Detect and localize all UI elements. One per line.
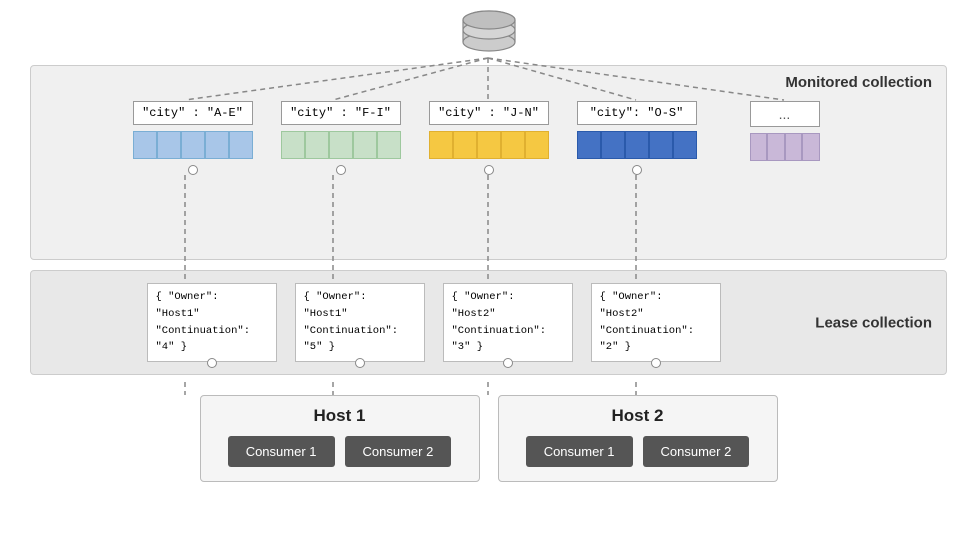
block [453, 131, 477, 159]
lease-card-2: { "Owner": "Host1" "Continuation": "5" } [295, 283, 425, 362]
partition-os-label: "city": "O-S" [577, 101, 697, 125]
lease-collection-box: Lease collection { "Owner": "Host1" "Con… [30, 270, 947, 375]
partition-fi-label: "city" : "F-I" [281, 101, 401, 125]
partitions-row: "city" : "A-E" "city" : "F-I" [51, 101, 926, 175]
host-1-consumer-1-button[interactable]: Consumer 1 [228, 436, 335, 467]
block [181, 131, 205, 159]
host-2-box: Host 2 Consumer 1 Consumer 2 [498, 395, 778, 482]
dot-connector-fi [336, 165, 346, 175]
block [625, 131, 649, 159]
partition-etc-card: ... [720, 101, 850, 161]
lease-dot-3 [503, 358, 513, 368]
lease-card-4-line1: { "Owner": "Host2" [600, 289, 712, 323]
lease-card-1-wrapper: { "Owner": "Host1" "Continuation": "4" } [147, 283, 277, 362]
block [329, 131, 353, 159]
block [477, 131, 501, 159]
block-hatched [525, 131, 549, 159]
host-1-consumers-row: Consumer 1 Consumer 2 [215, 436, 465, 467]
lease-card-2-line2: "Continuation": "5" } [304, 323, 416, 357]
block [205, 131, 229, 159]
block [577, 131, 601, 159]
partition-jn-blocks [429, 131, 549, 159]
lease-cards-row: { "Owner": "Host1" "Continuation": "4" }… [41, 283, 826, 362]
database-icon [459, 10, 519, 60]
block [133, 131, 157, 159]
block-hatched [229, 131, 253, 159]
monitored-collection-label: Monitored collection [785, 74, 932, 91]
block-hatched [377, 131, 401, 159]
monitored-collection-box: Monitored collection "city" : "A-E" "cit… [30, 65, 947, 260]
block-hatched [673, 131, 697, 159]
block [157, 131, 181, 159]
lease-card-3-line2: "Continuation": "3" } [452, 323, 564, 357]
block-hatched [802, 133, 820, 161]
block [649, 131, 673, 159]
host-1-consumer-2-button[interactable]: Consumer 2 [345, 436, 452, 467]
host-2-consumer-1-button[interactable]: Consumer 1 [526, 436, 633, 467]
partition-os-card: "city": "O-S" [572, 101, 702, 175]
lease-dot-2 [355, 358, 365, 368]
lease-card-1: { "Owner": "Host1" "Continuation": "4" } [147, 283, 277, 362]
lease-collection-label: Lease collection [815, 314, 932, 331]
lease-card-2-line1: { "Owner": "Host1" [304, 289, 416, 323]
block [281, 131, 305, 159]
lease-card-4-wrapper: { "Owner": "Host2" "Continuation": "2" } [591, 283, 721, 362]
block [305, 131, 329, 159]
block [767, 133, 785, 161]
block [429, 131, 453, 159]
dot-connector-ae [188, 165, 198, 175]
lease-card-1-line1: { "Owner": "Host1" [156, 289, 268, 323]
dot-connector-os [632, 165, 642, 175]
dot-connector-jn [484, 165, 494, 175]
partition-etc-label: ... [750, 101, 820, 127]
lease-card-4-line2: "Continuation": "2" } [600, 323, 712, 357]
diagram-container: Monitored collection "city" : "A-E" "cit… [0, 0, 977, 537]
block [353, 131, 377, 159]
partition-fi-card: "city" : "F-I" [276, 101, 406, 175]
lease-card-2-wrapper: { "Owner": "Host1" "Continuation": "5" } [295, 283, 425, 362]
lease-card-4: { "Owner": "Host2" "Continuation": "2" } [591, 283, 721, 362]
partition-os-blocks [577, 131, 697, 159]
lease-card-1-line2: "Continuation": "4" } [156, 323, 268, 357]
host-2-consumer-2-button[interactable]: Consumer 2 [643, 436, 750, 467]
host-1-box: Host 1 Consumer 1 Consumer 2 [200, 395, 480, 482]
partition-ae-blocks [133, 131, 253, 159]
block [601, 131, 625, 159]
lease-card-3: { "Owner": "Host2" "Continuation": "3" } [443, 283, 573, 362]
block [501, 131, 525, 159]
partition-ae-card: "city" : "A-E" [128, 101, 258, 175]
block [750, 133, 768, 161]
host-1-title: Host 1 [215, 406, 465, 426]
lease-card-3-line1: { "Owner": "Host2" [452, 289, 564, 323]
partition-etc-blocks [750, 133, 820, 161]
database-icon-container [459, 10, 519, 60]
host-2-title: Host 2 [513, 406, 763, 426]
lease-dot-1 [207, 358, 217, 368]
partition-fi-blocks [281, 131, 401, 159]
partition-ae-label: "city" : "A-E" [133, 101, 253, 125]
lease-card-3-wrapper: { "Owner": "Host2" "Continuation": "3" } [443, 283, 573, 362]
host-2-consumers-row: Consumer 1 Consumer 2 [513, 436, 763, 467]
partition-jn-label: "city" : "J-N" [429, 101, 549, 125]
partition-jn-card: "city" : "J-N" [424, 101, 554, 175]
lease-dot-4 [651, 358, 661, 368]
hosts-row: Host 1 Consumer 1 Consumer 2 Host 2 Cons… [30, 395, 947, 482]
block [785, 133, 803, 161]
